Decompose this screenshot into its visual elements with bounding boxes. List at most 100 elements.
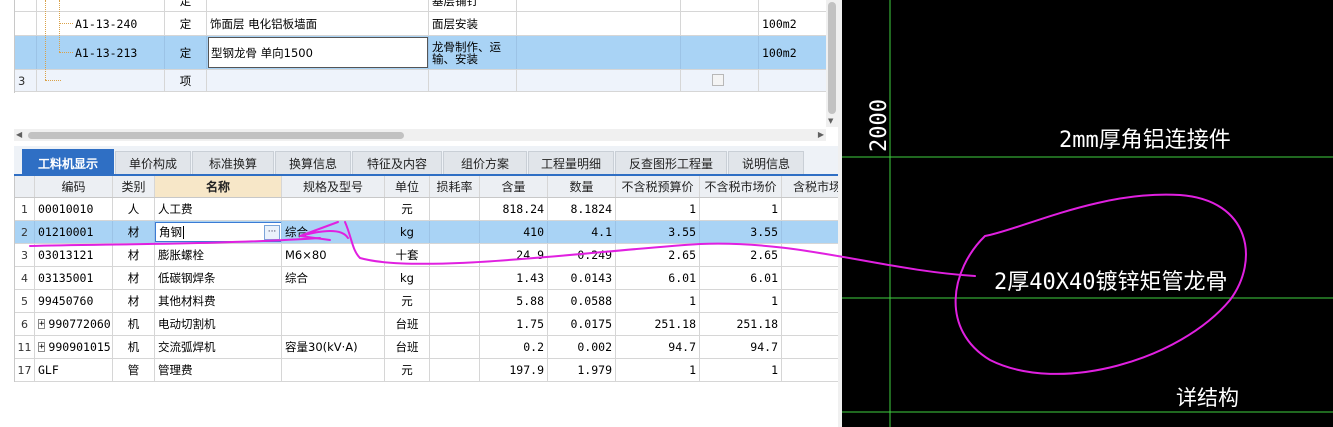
unit-cell[interactable]: 台班 (385, 313, 430, 335)
unit-cell[interactable]: 台班 (385, 336, 430, 358)
tax-market-price-cell[interactable] (782, 290, 838, 312)
spec-cell[interactable]: M6×80 (282, 244, 385, 266)
budget-price-cell[interactable]: 94.7 (616, 336, 700, 358)
tab-unit-price[interactable]: 单价构成 (115, 151, 191, 174)
market-price-cell[interactable]: 3.55 (700, 221, 782, 243)
name-cell[interactable]: 管理费 (155, 359, 282, 381)
spec-cell[interactable]: 综合 (282, 221, 385, 243)
row-number-cell[interactable]: 3 (15, 244, 35, 266)
category-cell[interactable]: 材 (113, 244, 155, 266)
row-number-cell[interactable]: 17 (15, 359, 35, 381)
content-qty-cell[interactable]: 24.9 (480, 244, 548, 266)
tab-description[interactable]: 说明信息 (728, 151, 804, 174)
spec-cell[interactable] (282, 198, 385, 220)
content-qty-cell[interactable]: 1.75 (480, 313, 548, 335)
tab-labor-material-machine[interactable]: 工料机显示 (22, 149, 114, 176)
tree-row[interactable]: 定 基层铺钉 (15, 0, 826, 12)
name-cell[interactable]: 电动切割机 (155, 313, 282, 335)
quantity-cell[interactable]: 8.1824 (548, 198, 616, 220)
tax-market-price-cell[interactable]: 1( (782, 336, 838, 358)
tax-market-price-cell[interactable]: 25 (782, 313, 838, 335)
name-cell[interactable]: 其他材料费 (155, 290, 282, 312)
tree-vertical-scrollbar[interactable]: ▼ (826, 0, 838, 127)
unit-cell[interactable]: 元 (385, 290, 430, 312)
spec-cell[interactable] (282, 290, 385, 312)
header-unit[interactable]: 单位 (385, 176, 430, 197)
market-price-cell[interactable]: 1 (700, 198, 782, 220)
tax-market-price-cell[interactable] (782, 359, 838, 381)
header-tax-market-price[interactable]: 含税市场价 (782, 176, 838, 197)
cad-drawing-panel[interactable]: 2000 2mm厚角铝连接件 2厚40X40镀锌矩管龙骨 详结构 (842, 0, 1333, 427)
header-budget-price[interactable]: 不含税预算价 (616, 176, 700, 197)
code-cell[interactable]: 01210001 (35, 221, 113, 243)
quantity-cell[interactable]: 0.249 (548, 244, 616, 266)
quantity-cell[interactable]: 0.0143 (548, 267, 616, 289)
name-edit-field[interactable]: 型钢龙骨 单向1500 (208, 37, 428, 68)
tax-market-price-cell[interactable] (782, 198, 838, 220)
loss-rate-cell[interactable] (430, 290, 480, 312)
loss-rate-cell[interactable] (430, 336, 480, 358)
category-cell[interactable]: 材 (113, 267, 155, 289)
code-cell[interactable]: 03135001 (35, 267, 113, 289)
budget-price-cell[interactable]: 2.65 (616, 244, 700, 266)
table-row[interactable]: 3 03013121 材 膨胀螺栓 M6×80 十套 24.9 0.249 2.65 2.65 (15, 244, 838, 267)
category-cell[interactable]: 材 (113, 290, 155, 312)
scrollbar-thumb[interactable] (28, 132, 404, 139)
table-row[interactable]: 6 +990772060 机 电动切割机 台班 1.75 0.0175 251.18 251.1… (15, 313, 838, 336)
content-qty-cell[interactable]: 818.24 (480, 198, 548, 220)
code-cell[interactable]: GLF (35, 359, 113, 381)
unit-cell[interactable]: 元 (385, 198, 430, 220)
tax-market-price-cell[interactable] (782, 244, 838, 266)
quantity-cell[interactable]: 4.1 (548, 221, 616, 243)
name-edit-input[interactable]: 角钢 ··· (155, 222, 281, 242)
quantity-cell[interactable]: 0.002 (548, 336, 616, 358)
tax-market-price-cell[interactable] (782, 221, 838, 243)
loss-rate-cell[interactable] (430, 313, 480, 335)
expand-plus-icon[interactable]: + (38, 342, 46, 352)
spec-cell[interactable] (282, 313, 385, 335)
market-price-cell[interactable]: 1 (700, 290, 782, 312)
tree-row[interactable]: 3 项 (15, 70, 826, 92)
quantity-cell[interactable]: 1.979 (548, 359, 616, 381)
ellipsis-button[interactable]: ··· (264, 225, 280, 240)
content-qty-cell[interactable]: 0.2 (480, 336, 548, 358)
tab-features[interactable]: 特征及内容 (352, 151, 442, 174)
market-price-cell[interactable]: 2.65 (700, 244, 782, 266)
quantity-cell[interactable]: 0.0588 (548, 290, 616, 312)
market-price-cell[interactable]: 94.7 (700, 336, 782, 358)
loss-rate-cell[interactable] (430, 221, 480, 243)
category-cell[interactable]: 机 (113, 336, 155, 358)
table-row[interactable]: 17 GLF 管 管理费 元 197.9 1.979 1 1 (15, 359, 838, 382)
row-number-cell[interactable]: 2 (15, 221, 35, 243)
budget-price-cell[interactable]: 3.55 (616, 221, 700, 243)
name-cell[interactable]: 膨胀螺栓 (155, 244, 282, 266)
table-row[interactable]: 1 00010010 人 人工费 元 818.24 8.1824 1 1 (15, 198, 838, 221)
name-cell[interactable]: 角钢 ··· (155, 221, 282, 243)
tree-horizontal-scrollbar[interactable]: ◀ ▶ (14, 129, 826, 141)
content-qty-cell[interactable]: 197.9 (480, 359, 548, 381)
market-price-cell[interactable]: 1 (700, 359, 782, 381)
header-spec[interactable]: 规格及型号 (282, 176, 385, 197)
tree-row[interactable]: A1-13-240 定 饰面层 电化铝板墙面 面层安装 100m2 (15, 12, 826, 36)
header-name[interactable]: 名称 (155, 176, 282, 197)
table-row-selected[interactable]: 2 01210001 材 角钢 ··· 综合 kg 410 4.1 3.55 3.55 (15, 221, 838, 244)
spec-cell[interactable]: 综合 (282, 267, 385, 289)
code-cell[interactable]: +990772060 (35, 313, 113, 335)
header-content-qty[interactable]: 含量 (480, 176, 548, 197)
tab-quantity-detail[interactable]: 工程量明细 (528, 151, 614, 174)
table-row[interactable]: 5 99450760 材 其他材料费 元 5.88 0.0588 1 1 (15, 290, 838, 313)
code-cell[interactable]: 00010010 (35, 198, 113, 220)
category-cell[interactable]: 管 (113, 359, 155, 381)
code-cell[interactable]: +990901015 (35, 336, 113, 358)
table-row[interactable]: 11 +990901015 机交流弧焊机 容量30(kV·A) 台班 0.2 0.002 94… (15, 336, 838, 359)
header-market-price[interactable]: 不含税市场价 (700, 176, 782, 197)
code-cell[interactable]: 99450760 (35, 290, 113, 312)
row-number-cell[interactable]: 11 (15, 336, 35, 358)
tab-pricing-scheme[interactable]: 组价方案 (443, 151, 527, 174)
expand-plus-icon[interactable]: + (38, 319, 46, 329)
unit-cell[interactable]: 十套 (385, 244, 430, 266)
tree-row-selected[interactable]: A1-13-213 定 型钢龙骨 单向1500 龙骨制作、运输、安装 100m2 (15, 36, 826, 70)
category-cell[interactable]: 人 (113, 198, 155, 220)
content-qty-cell[interactable]: 1.43 (480, 267, 548, 289)
name-cell[interactable]: 低碳钢焊条 (155, 267, 282, 289)
